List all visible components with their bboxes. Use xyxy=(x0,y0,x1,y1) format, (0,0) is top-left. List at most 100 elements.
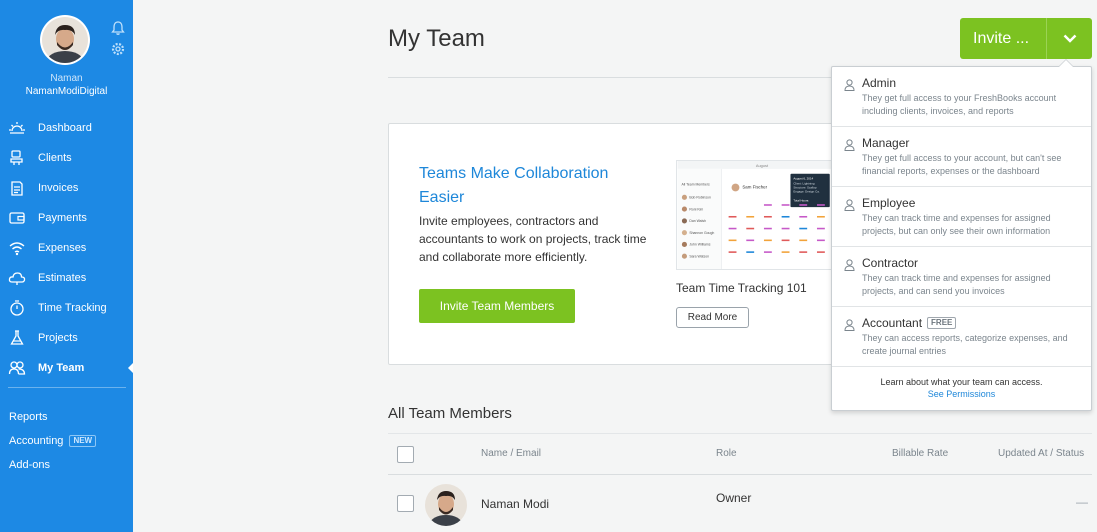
sidebar-item-estimates[interactable]: Estimates xyxy=(0,263,133,293)
promo-card: Teams Make Collaboration Easier Invite e… xyxy=(388,123,848,365)
sidebar-item-label: Clients xyxy=(38,152,72,164)
role-name: Employee xyxy=(862,196,915,210)
role-name: Contractor xyxy=(862,256,918,270)
person-icon xyxy=(844,79,855,91)
sidebar-item-add-ons[interactable]: Add-ons xyxy=(9,453,96,477)
user-org: NamanModiDigital xyxy=(25,86,108,97)
sidebar-item-reports[interactable]: Reports xyxy=(9,405,96,429)
role-label: Admin xyxy=(862,76,897,90)
invite-button[interactable]: Invite ... xyxy=(960,18,1092,59)
sidebar-item-label: Add-ons xyxy=(9,459,50,471)
menu-item-contractor[interactable]: Contractor They can track time and expen… xyxy=(832,247,1091,307)
sidebar-item-my-team[interactable]: My Team xyxy=(0,353,133,383)
chevron-down-icon xyxy=(1063,34,1076,43)
role-description: They can track time and expenses for ass… xyxy=(862,273,1051,296)
user-name: Naman xyxy=(50,73,83,84)
role-description: They get full access to your account, bu… xyxy=(862,153,1062,176)
column-header-billable-rate[interactable]: Billable Rate xyxy=(892,448,948,459)
sidebar-item-label: Estimates xyxy=(38,272,87,284)
thumbnail-month: August xyxy=(756,163,769,168)
thumbnail-member: Bob Robinson xyxy=(689,196,711,200)
column-header-role[interactable]: Role xyxy=(716,448,737,459)
invoice-icon xyxy=(11,181,23,196)
role-name: Accountant FREE xyxy=(862,316,957,330)
thumbnail-member: Roni Kim xyxy=(689,207,703,211)
role-name: Admin xyxy=(862,76,896,90)
thumbnail-popup-line: Engage: Design Ca. xyxy=(793,189,819,193)
sidebar-item-label: Dashboard xyxy=(38,122,92,134)
member-name[interactable]: Naman Modi xyxy=(481,497,549,511)
avatar xyxy=(425,484,467,526)
avatar[interactable] xyxy=(40,15,90,65)
wallet-icon xyxy=(9,212,25,224)
promo-title: Teams Make Collaboration Easier xyxy=(419,165,609,206)
menu-footer: Learn about what your team can access. S… xyxy=(832,367,1091,399)
column-header-name[interactable]: Name / Email xyxy=(481,448,541,459)
member-role: Owner xyxy=(716,491,752,505)
sidebar-item-expenses[interactable]: Expenses xyxy=(0,233,133,263)
role-description: They can track time and expenses for ass… xyxy=(862,213,1051,236)
clients-icon xyxy=(10,150,23,165)
wifi-icon xyxy=(9,242,25,256)
row-checkbox[interactable] xyxy=(397,495,414,512)
sidebar-item-label: Projects xyxy=(38,332,78,344)
bell-icon[interactable] xyxy=(110,20,126,36)
thumbnail-popup-line: Total Hours: xyxy=(793,198,809,202)
section-title: All Team Members xyxy=(388,405,512,422)
sidebar-item-label: Payments xyxy=(38,212,87,224)
invite-button-label[interactable]: Invite ... xyxy=(960,18,1047,59)
person-icon xyxy=(844,139,855,151)
divider xyxy=(388,433,1092,434)
sidebar-item-label: Invoices xyxy=(38,182,79,194)
menu-item-accountant[interactable]: Accountant FREE They can access reports,… xyxy=(832,307,1091,367)
thumbnail-member: John Williams xyxy=(689,243,710,247)
main-nav: Dashboard Clients Invoices Payments Expe… xyxy=(0,113,133,383)
select-all-checkbox[interactable] xyxy=(397,446,414,463)
sidebar-item-payments[interactable]: Payments xyxy=(0,203,133,233)
cloud-icon xyxy=(8,272,26,285)
secondary-nav: Reports Accounting NEW Add-ons xyxy=(9,405,97,477)
role-label: Accountant xyxy=(862,316,923,330)
role-label: Employee xyxy=(862,196,916,210)
person-icon xyxy=(844,199,855,211)
sidebar-item-invoices[interactable]: Invoices xyxy=(0,173,133,203)
page-title: My Team xyxy=(388,25,485,52)
sidebar-divider xyxy=(8,387,126,388)
promo-description: Invite employees, contractors and accoun… xyxy=(419,214,647,264)
person-icon xyxy=(844,319,855,331)
thumbnail-popup-line: August 6, 2014 xyxy=(793,177,813,181)
sun-icon xyxy=(9,122,25,134)
thumbnail-member: Dan Walsh xyxy=(689,219,706,223)
sidebar-item-accounting[interactable]: Accounting NEW xyxy=(9,429,97,453)
role-label: Manager xyxy=(862,136,910,150)
sidebar-item-projects[interactable]: Projects xyxy=(0,323,133,353)
thumbnail-member: All Team Members xyxy=(681,183,710,187)
role-description: They can access reports, categorize expe… xyxy=(862,333,1068,356)
invite-role-menu: Admin They get full access to your Fresh… xyxy=(831,59,1092,411)
person-icon xyxy=(844,259,855,271)
free-badge: FREE xyxy=(927,317,957,329)
sidebar-item-clients[interactable]: Clients xyxy=(0,143,133,173)
invite-team-members-button[interactable]: Invite Team Members xyxy=(419,289,575,323)
sidebar-item-time-tracking[interactable]: Time Tracking xyxy=(0,293,133,323)
new-badge: NEW xyxy=(69,435,97,447)
menu-item-admin[interactable]: Admin They get full access to your Fresh… xyxy=(832,67,1091,127)
stopwatch-icon xyxy=(10,300,24,316)
video-thumbnail[interactable]: August All Team Members Bob Robinson Ron… xyxy=(676,160,848,270)
role-name: Manager xyxy=(862,136,909,150)
see-permissions-link[interactable]: See Permissions xyxy=(832,389,1091,399)
divider xyxy=(388,474,1092,475)
menu-item-employee[interactable]: Employee They can track time and expense… xyxy=(832,187,1091,247)
read-more-button[interactable]: Read More xyxy=(676,307,749,328)
sidebar-item-dashboard[interactable]: Dashboard xyxy=(0,113,133,143)
gear-icon[interactable] xyxy=(110,41,126,57)
invite-dropdown-toggle[interactable] xyxy=(1047,18,1092,59)
sidebar-item-label: Expenses xyxy=(38,242,87,254)
sidebar-item-label: Accounting xyxy=(9,435,64,447)
menu-item-manager[interactable]: Manager They get full access to your acc… xyxy=(832,127,1091,187)
permissions-note: Learn about what your team can access. xyxy=(880,377,1043,387)
team-icon xyxy=(8,361,26,375)
thumbnail-person: Sam Fischer xyxy=(742,184,767,189)
thumbnail-member: Sara Watson xyxy=(689,255,709,259)
column-header-status[interactable]: Updated At / Status xyxy=(998,448,1084,459)
